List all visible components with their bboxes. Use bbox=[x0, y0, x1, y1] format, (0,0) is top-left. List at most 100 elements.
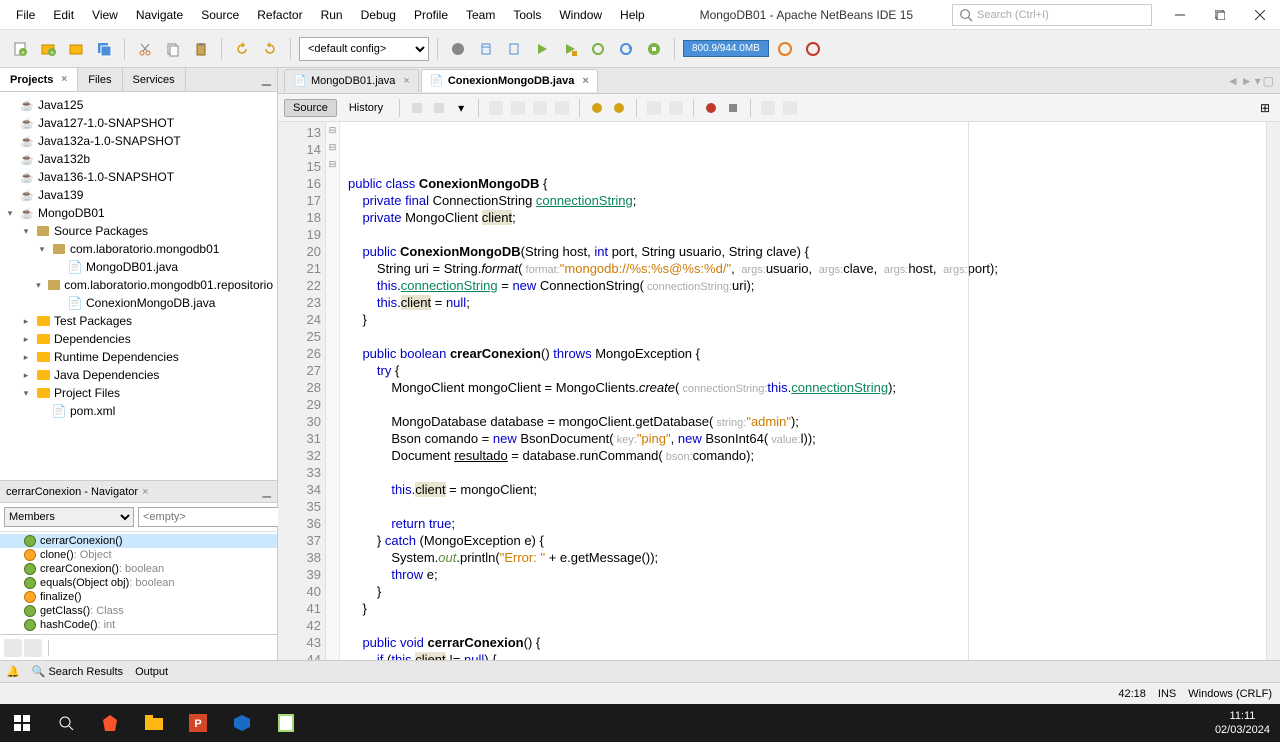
ed-tool-10[interactable] bbox=[781, 99, 799, 117]
tree-toggle-icon[interactable]: ▸ bbox=[20, 334, 32, 345]
pause-button[interactable] bbox=[801, 37, 825, 61]
nav-tool-8[interactable] bbox=[155, 639, 173, 657]
taskbar-app-netbeans[interactable] bbox=[220, 704, 264, 742]
code-lines[interactable]: public class ConexionMongoDB { private f… bbox=[340, 122, 1266, 660]
tree-node[interactable]: Java127-1.0-SNAPSHOT bbox=[0, 114, 277, 132]
prev-tab-icon[interactable]: ◄ bbox=[1227, 74, 1239, 88]
minimize-panel-icon[interactable]: ▁ bbox=[263, 485, 271, 498]
clean-build-button[interactable] bbox=[474, 37, 498, 61]
close-icon[interactable]: × bbox=[582, 75, 588, 87]
tree-node[interactable]: ▾Project Files bbox=[0, 384, 277, 402]
close-icon[interactable]: × bbox=[61, 74, 67, 85]
project-tree[interactable]: Java125Java127-1.0-SNAPSHOTJava132a-1.0-… bbox=[0, 92, 277, 480]
menu-team[interactable]: Team bbox=[458, 4, 503, 26]
tree-node[interactable]: ▸Runtime Dependencies bbox=[0, 348, 277, 366]
reload-button[interactable] bbox=[614, 37, 638, 61]
ed-tool-5[interactable] bbox=[588, 99, 606, 117]
taskbar-app-powerpoint[interactable]: P bbox=[176, 704, 220, 742]
menu-navigate[interactable]: Navigate bbox=[128, 4, 191, 26]
navigator-filter-input[interactable] bbox=[138, 507, 290, 527]
stop-macro-icon[interactable] bbox=[724, 99, 742, 117]
ed-tool-6[interactable] bbox=[610, 99, 628, 117]
ed-tool-2[interactable] bbox=[509, 99, 527, 117]
gc-button[interactable] bbox=[773, 37, 797, 61]
tree-toggle-icon[interactable]: ▾ bbox=[4, 208, 16, 219]
panel-tab-files[interactable]: Files bbox=[78, 68, 122, 91]
menu-view[interactable]: View bbox=[84, 4, 126, 26]
save-all-button[interactable] bbox=[92, 37, 116, 61]
tree-node[interactable]: ▾Source Packages bbox=[0, 222, 277, 240]
editor-tab[interactable]: 📄ConexionMongoDB.java× bbox=[421, 69, 598, 92]
tree-node[interactable]: Java139 bbox=[0, 186, 277, 204]
menu-profile[interactable]: Profile bbox=[406, 4, 456, 26]
redo-button[interactable] bbox=[258, 37, 282, 61]
minimize-button[interactable] bbox=[1160, 0, 1200, 30]
run-button[interactable] bbox=[530, 37, 554, 61]
ed-nav-back-icon[interactable] bbox=[408, 99, 426, 117]
close-icon[interactable]: × bbox=[142, 486, 148, 498]
nav-tool-7[interactable] bbox=[135, 639, 153, 657]
navigator-member[interactable]: cerrarConexion() bbox=[0, 534, 277, 548]
search-input[interactable]: Search (Ctrl+I) bbox=[952, 4, 1152, 26]
nav-tool-3[interactable] bbox=[55, 639, 73, 657]
tree-toggle-icon[interactable]: ▸ bbox=[20, 352, 32, 363]
taskbar-app-notepad[interactable] bbox=[264, 704, 308, 742]
tree-toggle-icon[interactable]: ▾ bbox=[36, 244, 48, 255]
tree-node[interactable]: ▸Dependencies bbox=[0, 330, 277, 348]
tab-list-icon[interactable]: ▾ bbox=[1255, 74, 1261, 88]
nav-tool-2[interactable] bbox=[24, 639, 42, 657]
copy-button[interactable] bbox=[161, 37, 185, 61]
output-tab[interactable]: Output bbox=[135, 666, 168, 678]
profile-button[interactable] bbox=[586, 37, 610, 61]
tree-toggle-icon[interactable]: ▸ bbox=[20, 370, 32, 381]
tree-toggle-icon[interactable]: ▸ bbox=[20, 316, 32, 327]
taskbar-app-brave[interactable] bbox=[88, 704, 132, 742]
menu-source[interactable]: Source bbox=[193, 4, 247, 26]
tree-node[interactable]: ▾com.laboratorio.mongodb01.repositorio bbox=[0, 276, 277, 294]
navigator-member[interactable]: finalize() bbox=[0, 590, 277, 604]
code-editor[interactable]: 1314151617181920212223242526272829303132… bbox=[278, 122, 1280, 660]
ed-find-icon[interactable]: ▾ bbox=[452, 99, 470, 117]
menu-file[interactable]: File bbox=[8, 4, 43, 26]
new-project-button[interactable]: + bbox=[36, 37, 60, 61]
menu-edit[interactable]: Edit bbox=[45, 4, 82, 26]
navigator-tree[interactable]: cerrarConexion()clone() : ObjectcrearCon… bbox=[0, 532, 277, 634]
nav-tool-1[interactable] bbox=[4, 639, 22, 657]
tree-node[interactable]: 📄pom.xml bbox=[0, 402, 277, 420]
tree-node[interactable]: Java125 bbox=[0, 96, 277, 114]
cut-button[interactable] bbox=[133, 37, 157, 61]
members-select[interactable]: Members bbox=[4, 507, 134, 527]
ed-tool-3[interactable] bbox=[531, 99, 549, 117]
open-project-button[interactable] bbox=[64, 37, 88, 61]
menu-help[interactable]: Help bbox=[612, 4, 653, 26]
tree-node[interactable]: ▾com.laboratorio.mongodb01 bbox=[0, 240, 277, 258]
menu-run[interactable]: Run bbox=[313, 4, 351, 26]
ed-tool-7[interactable] bbox=[645, 99, 663, 117]
nav-tool-5[interactable] bbox=[95, 639, 113, 657]
navigator-member[interactable]: clone() : Object bbox=[0, 548, 277, 562]
ed-tool-4[interactable] bbox=[553, 99, 571, 117]
config-select[interactable]: <default config> bbox=[299, 37, 429, 61]
tree-node[interactable]: ▸Test Packages bbox=[0, 312, 277, 330]
tree-node[interactable]: Java132a-1.0-SNAPSHOT bbox=[0, 132, 277, 150]
navigator-member[interactable]: crearConexion() : boolean bbox=[0, 562, 277, 576]
close-button[interactable] bbox=[1240, 0, 1280, 30]
debug-button[interactable] bbox=[558, 37, 582, 61]
nav-tool-4[interactable] bbox=[75, 639, 93, 657]
stop-build-button[interactable] bbox=[642, 37, 666, 61]
history-view-button[interactable]: History bbox=[341, 100, 391, 116]
tree-node[interactable]: ▾MongoDB01 bbox=[0, 204, 277, 222]
panel-tab-projects[interactable]: Projects× bbox=[0, 68, 78, 91]
start-button[interactable] bbox=[0, 704, 44, 742]
panel-tab-services[interactable]: Services bbox=[123, 68, 186, 91]
search-taskbar-button[interactable] bbox=[44, 704, 88, 742]
next-tab-icon[interactable]: ► bbox=[1241, 74, 1253, 88]
ed-tool-1[interactable] bbox=[487, 99, 505, 117]
taskbar-clock[interactable]: 11:11 02/03/2024 bbox=[1205, 709, 1280, 737]
taskbar-app-explorer[interactable] bbox=[132, 704, 176, 742]
navigator-member[interactable]: equals(Object obj) : boolean bbox=[0, 576, 277, 590]
ed-tool-8[interactable] bbox=[667, 99, 685, 117]
tree-node[interactable]: ▸Java Dependencies bbox=[0, 366, 277, 384]
notifications-icon[interactable]: 🔔 bbox=[6, 665, 20, 678]
record-macro-icon[interactable] bbox=[702, 99, 720, 117]
